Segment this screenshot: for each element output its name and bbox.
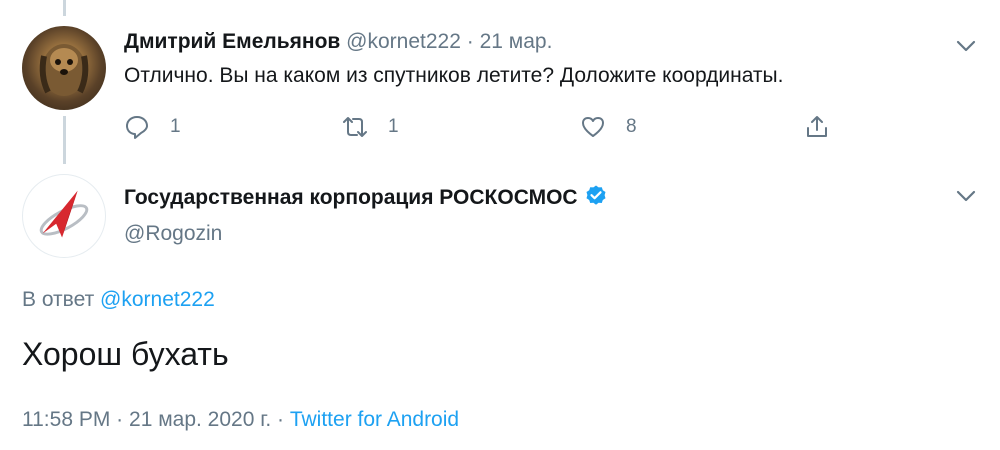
main-author-handle[interactable]: @Rogozin — [124, 222, 222, 246]
tweet-metadata: 11:58 PM · 21 мар. 2020 г. · Twitter for… — [22, 408, 459, 432]
retweet-icon — [343, 117, 367, 137]
tweet-full-date[interactable]: 21 мар. 2020 г. — [129, 408, 271, 431]
share-icon — [807, 116, 827, 137]
reply-context: В ответ @kornet222 — [22, 288, 215, 312]
separator-dot: · — [466, 30, 474, 53]
reply-count: 1 — [170, 116, 181, 137]
retweet-count: 1 — [388, 116, 399, 137]
main-tweet-header: Государственная корпорация РОСКОСМОС — [124, 184, 608, 210]
heart-icon — [582, 117, 604, 137]
thread-connector — [63, 116, 66, 164]
main-tweet-text: Хорош бухать — [22, 336, 229, 372]
reply-mention-link[interactable]: @kornet222 — [100, 288, 215, 311]
avatar-emelyanov[interactable] — [22, 26, 106, 110]
like-button[interactable]: 8 — [580, 114, 637, 140]
verified-badge-icon — [586, 185, 606, 205]
chevron-down-icon[interactable] — [952, 36, 980, 56]
reply-prefix: В ответ — [22, 288, 95, 311]
avatar-roscosmos[interactable] — [22, 174, 106, 258]
tweet-source-link[interactable]: Twitter for Android — [290, 408, 459, 431]
thread-connector-top — [63, 0, 66, 16]
reply-author-handle[interactable]: @kornet222 — [346, 30, 461, 53]
share-button[interactable] — [804, 114, 850, 140]
retweet-button[interactable]: 1 — [342, 114, 399, 140]
roscosmos-logo — [39, 190, 89, 238]
reply-date[interactable]: 21 мар. — [480, 30, 553, 53]
chevron-down-icon[interactable] — [952, 186, 980, 206]
separator-dot: · — [277, 408, 284, 431]
reply-button[interactable]: 1 — [124, 114, 181, 140]
main-author-name[interactable]: Государственная корпорация РОСКОСМОС — [124, 186, 578, 209]
reply-icon — [126, 116, 148, 139]
reply-author-name[interactable]: Дмитрий Емельянов — [124, 30, 340, 53]
reply-actions-bar: 1 1 8 — [124, 114, 844, 142]
dog-avatar-image — [39, 44, 89, 96]
separator-dot: · — [116, 408, 124, 431]
reply-tweet-header: Дмитрий Емельянов @kornet222 · 21 мар. — [124, 30, 552, 54]
reply-tweet-text: Отлично. Вы на каком из спутников летите… — [124, 64, 784, 87]
tweet-time[interactable]: 11:58 PM — [22, 408, 110, 431]
like-count: 8 — [626, 116, 637, 137]
